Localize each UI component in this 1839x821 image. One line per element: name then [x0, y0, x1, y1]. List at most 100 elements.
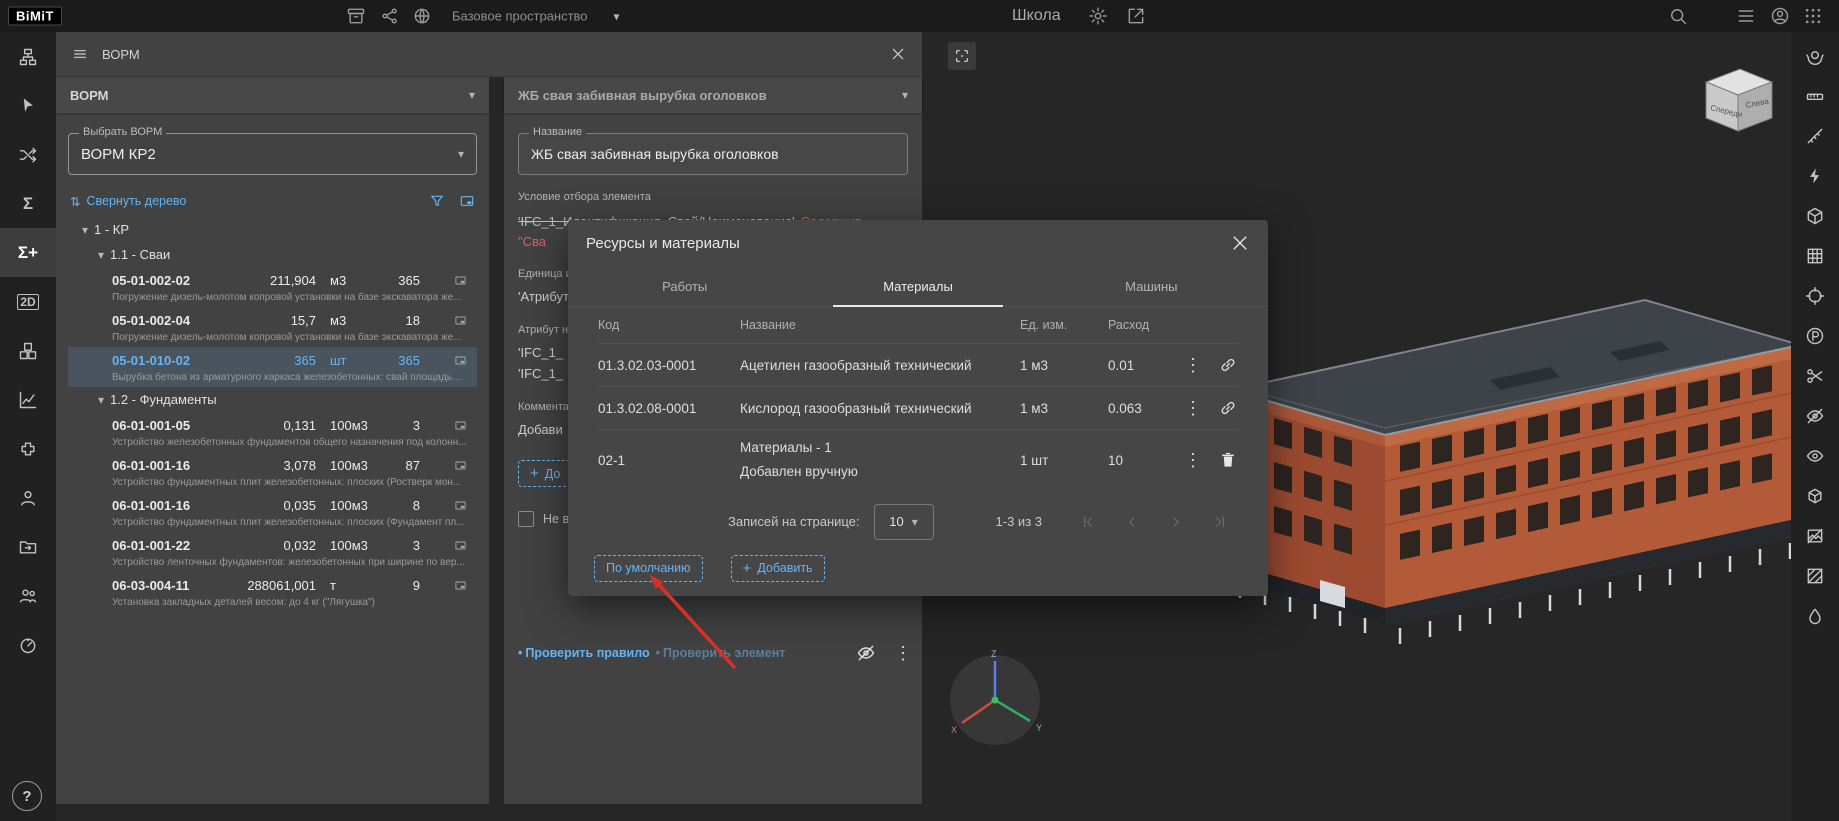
tree-group[interactable]: ▾1.1 - Сваи [68, 242, 477, 267]
lightning-icon[interactable] [1805, 166, 1825, 186]
prev-page-icon[interactable] [1124, 514, 1140, 530]
apps-grid-icon[interactable] [1803, 6, 1823, 26]
not-done-checkbox[interactable] [518, 511, 534, 527]
first-page-icon[interactable] [1080, 514, 1096, 530]
resources-dialog: Ресурсы и материалы Работы Материалы Маш… [568, 220, 1268, 596]
menu-list-icon[interactable] [1736, 6, 1756, 26]
axis-gizmo[interactable]: Z X Y [940, 645, 1050, 755]
tree-group[interactable]: ▾1 - КР [68, 217, 477, 242]
2d-view-icon[interactable]: 2D [0, 277, 56, 326]
last-page-icon[interactable] [1212, 514, 1228, 530]
cut-icon[interactable] [1805, 366, 1825, 386]
paint-icon[interactable] [1805, 606, 1825, 626]
share-icon[interactable] [1126, 6, 1146, 26]
collapse-tree-button[interactable]: ⇅ Свернуть дерево [70, 194, 186, 209]
frame-icon[interactable] [459, 193, 475, 209]
work-item-row[interactable]: 05-01-002-02211,904м3365 Погружение дизе… [68, 267, 477, 307]
account-icon[interactable] [1770, 6, 1790, 26]
globe-sync-icon[interactable] [412, 6, 432, 26]
view-cube[interactable]: Спереди Слева [1692, 58, 1784, 142]
per-page-select[interactable]: 10 ▾ [874, 504, 934, 540]
measure-icon[interactable] [1805, 126, 1825, 146]
frame-icon[interactable] [454, 354, 467, 367]
row-menu-icon[interactable]: ⋮ [1184, 399, 1202, 417]
add-condition-button[interactable]: + До [518, 460, 572, 487]
plugin-icon[interactable] [0, 424, 56, 473]
link-icon[interactable] [1218, 398, 1238, 418]
frame-icon[interactable] [454, 499, 467, 512]
next-page-icon[interactable] [1168, 514, 1184, 530]
person-icon[interactable] [0, 473, 56, 522]
hamburger-icon[interactable] [72, 46, 88, 62]
network-icon[interactable] [380, 6, 400, 26]
workspace-select[interactable]: Базовое пространство ▾ [452, 9, 620, 24]
region-select-icon[interactable] [948, 42, 976, 70]
sum-icon[interactable]: Σ [0, 179, 56, 228]
work-item-row[interactable]: 06-01-001-220,032100м33 Устройство ленто… [68, 532, 477, 572]
ruler-icon[interactable] [1805, 86, 1825, 106]
help-button[interactable]: ? [12, 781, 42, 811]
frame-icon[interactable] [454, 314, 467, 327]
parking-icon[interactable] [1805, 326, 1825, 346]
delete-icon[interactable] [1218, 450, 1238, 470]
frame-icon[interactable] [454, 459, 467, 472]
row-menu-icon[interactable]: ⋮ [1184, 451, 1202, 469]
folder-share-icon[interactable] [0, 522, 56, 571]
table-row[interactable]: 02-1 Материалы - 1 Добавлен вручную 1 шт… [598, 430, 1238, 491]
close-icon[interactable] [890, 46, 906, 62]
table-row[interactable]: 01.3.02.08-0001 Кислород газообразный те… [598, 387, 1238, 430]
vorm-select[interactable]: Выбрать ВОРМ ВОРМ КР2 ▾ [68, 133, 477, 175]
box-icon[interactable] [1805, 206, 1825, 226]
table-row[interactable]: 01.3.02.03-0001 Ацетилен газообразный те… [598, 344, 1238, 387]
add-material-button[interactable]: + Добавить [731, 555, 825, 582]
team-icon[interactable] [0, 571, 56, 620]
default-button[interactable]: По умолчанию [594, 555, 703, 582]
cube-icon[interactable] [1805, 486, 1825, 506]
tab-works[interactable]: Работы [568, 266, 801, 306]
connections-icon[interactable] [0, 130, 56, 179]
close-icon[interactable] [1230, 233, 1250, 253]
archive-icon[interactable] [346, 6, 366, 26]
frame-icon[interactable] [454, 539, 467, 552]
texture-icon[interactable] [1805, 566, 1825, 586]
check-rule-link[interactable]: • Проверить правило [518, 646, 650, 660]
tree-group[interactable]: ▾1.2 - Фундаменты [68, 387, 477, 412]
row-menu-icon[interactable]: ⋮ [1184, 356, 1202, 374]
pagination-range: 1-3 из 3 [996, 514, 1042, 529]
blocks-icon[interactable] [0, 326, 56, 375]
work-item-row[interactable]: 05-01-002-0415,7м318 Погружение дизель-м… [68, 307, 477, 347]
grid-icon[interactable] [1805, 246, 1825, 266]
work-item-row[interactable]: 06-01-001-160,035100м38 Устройство фунда… [68, 492, 477, 532]
frame-icon[interactable] [454, 419, 467, 432]
frame-icon[interactable] [454, 579, 467, 592]
tab-materials[interactable]: Материалы [801, 266, 1034, 306]
visibility-icon[interactable] [1805, 446, 1825, 466]
work-item-row[interactable]: 06-01-001-163,078100м387 Устройство фунд… [68, 452, 477, 492]
vorm-select-value: ВОРМ КР2 [81, 146, 156, 163]
rule-name-input[interactable]: Название ЖБ свая забивная вырубка оголов… [518, 133, 908, 175]
work-item-row[interactable]: 06-03-004-11288061,001т9 Установка закла… [68, 572, 477, 612]
target-icon[interactable] [1805, 286, 1825, 306]
work-item-row[interactable]: 06-01-001-050,131100м33 Устройство желез… [68, 412, 477, 452]
search-icon[interactable] [1668, 6, 1688, 26]
structure-tree-icon[interactable] [0, 32, 56, 81]
visibility-off-icon[interactable] [1805, 406, 1825, 426]
rule-section-header[interactable]: ЖБ свая забивная вырубка оголовков ▾ [504, 77, 922, 113]
vorm-tree-panel: ВОРМ ▾ Выбрать ВОРМ ВОРМ КР2 ▾ ⇅ Свернут… [56, 77, 489, 804]
more-options-icon[interactable]: ⋮ [894, 644, 912, 662]
sum-plus-icon[interactable]: Σ+ [0, 228, 56, 277]
orbit-icon[interactable] [1805, 46, 1825, 66]
vorm-section-header[interactable]: ВОРМ ▾ [56, 77, 489, 113]
hide-element-icon[interactable] [856, 643, 876, 663]
gauge-icon[interactable] [0, 620, 56, 669]
filter-icon[interactable] [429, 193, 445, 209]
select-cursor-icon[interactable] [0, 81, 56, 130]
chart-icon[interactable] [0, 375, 56, 424]
work-item-row-selected[interactable]: 05-01-010-02365шт365 Вырубка бетона из а… [68, 347, 477, 387]
tab-machines[interactable]: Машины [1035, 266, 1268, 306]
image-off-icon[interactable] [1805, 526, 1825, 546]
settings-gear-icon[interactable] [1088, 6, 1108, 26]
link-icon[interactable] [1218, 355, 1238, 375]
check-element-link[interactable]: • Проверить элемент [656, 646, 786, 660]
frame-icon[interactable] [454, 274, 467, 287]
